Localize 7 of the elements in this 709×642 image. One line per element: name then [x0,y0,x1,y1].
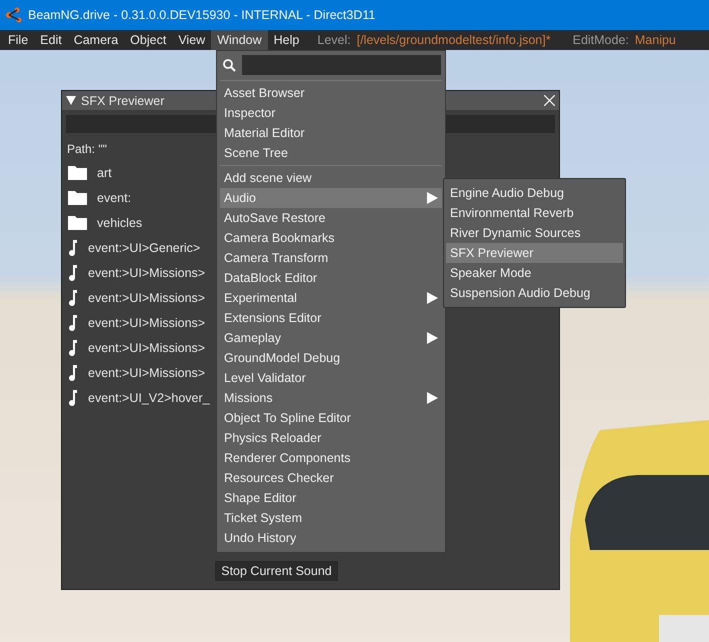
editmode-value: Manipu [634,33,676,47]
level-label: Level: [317,33,351,47]
window-title: BeamNG.drive - 0.31.0.0.DEV15930 - INTERNAL - Direct3D11 [28,8,376,22]
editmode-label: EditMode: [572,33,629,47]
level-path: [/levels/groundmodeltest/info.json]* [356,33,551,47]
panel-title: SFX Previewer [81,94,164,108]
path-label: Path: "" [67,142,107,156]
